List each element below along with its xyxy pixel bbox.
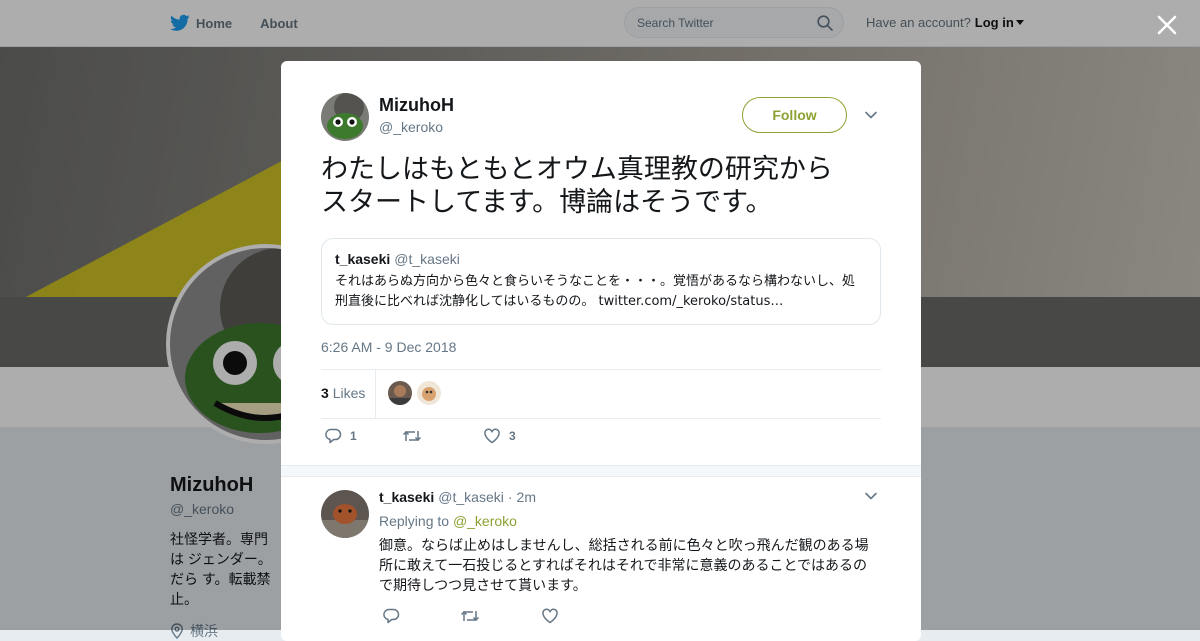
reply-icon [325,428,342,444]
chevron-down-icon[interactable] [864,108,878,122]
quoted-author-name: t_kaseki [335,251,391,267]
close-icon[interactable] [1152,10,1182,40]
likes-label: Likes [332,385,366,401]
heart-icon [484,428,500,444]
reply-retweet-button[interactable] [460,607,488,625]
reply-author-name[interactable]: t_kaseki [379,489,434,505]
tweet-text-line-2: スタートしてます。博論はそうです。 [321,187,773,218]
reply-author-avatar[interactable] [321,490,369,538]
tweet-text: わたしはもともとオウム真理教の研究から スタートしてます。博論はそうです。 [321,153,881,219]
likes-count: 3 [321,385,329,401]
reply-actions [379,607,879,627]
retweet-icon [460,610,480,622]
reply-button[interactable]: 1 [324,427,357,445]
reply-like-button[interactable] [541,607,567,625]
tweet-timestamp[interactable]: 6:26 AM - 9 Dec 2018 [321,339,456,355]
likes-stat[interactable]: 3 Likes [321,385,365,401]
like-count: 3 [509,429,516,443]
reply-count: 1 [350,429,357,443]
reply-reply-button[interactable] [382,607,408,625]
liker-avatar[interactable] [417,381,441,405]
author-avatar[interactable] [321,93,369,141]
reply-icon [383,608,400,624]
chevron-down-icon[interactable] [864,489,878,503]
tweet-actions: 1 3 [321,427,881,447]
replying-to: Replying to @_keroko [379,513,517,529]
quoted-link[interactable]: twitter.com/_keroko/status… [599,294,784,309]
liker-avatar[interactable] [388,381,412,405]
tweet-stats: 3 Likes [321,369,881,419]
retweet-icon [402,430,422,442]
quoted-tweet[interactable]: t_kaseki @t_kaseki それはあらぬ方向から色々と食らいそうなこと… [321,238,881,325]
reply-author-handle[interactable]: @t_kaseki [438,489,504,505]
quoted-text: それはあらぬ方向から色々と食らいそうなことを・・・。覚悟があるなら構わないし、処… [335,272,867,312]
reply-separator: · [507,489,513,505]
quoted-author-handle: @t_kaseki [394,251,460,267]
author-name[interactable]: MizuhoH [379,95,454,116]
follow-button[interactable]: Follow [742,97,847,133]
reply-header: t_kaseki @t_kaseki · 2m [379,489,536,505]
reply-text: 御意。ならば止めはしませんし、総括される前に色々と吹っ飛んだ観のある場所に敢えて… [379,538,869,594]
retweet-button[interactable] [402,427,430,445]
author-handle[interactable]: @_keroko [379,119,443,135]
tweet-modal: MizuhoH @_keroko Follow わたしはもともとオウム真理教の研… [281,61,921,641]
replying-to-handle[interactable]: @_keroko [453,513,517,529]
heart-icon [542,608,558,624]
reply-divider [281,465,921,477]
reply-time[interactable]: 2m [517,489,536,505]
like-button[interactable]: 3 [483,427,516,445]
replying-prefix: Replying to [379,513,450,529]
tweet-text-line-1: わたしはもともとオウム真理教の研究から [321,154,833,185]
